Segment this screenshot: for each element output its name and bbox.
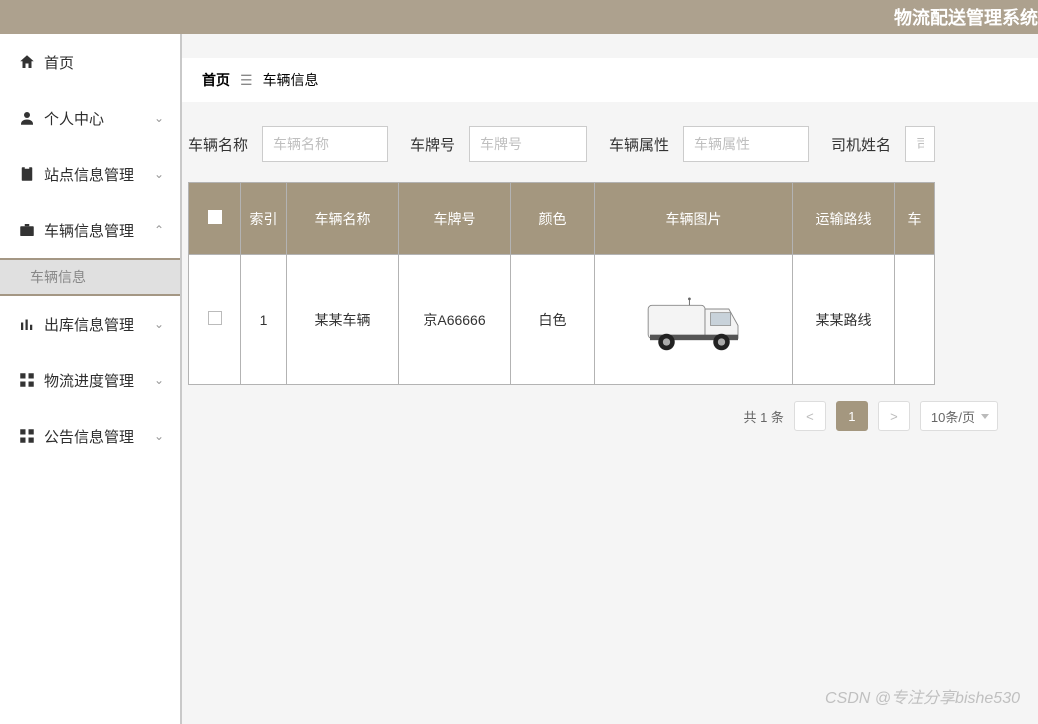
sidebar-label: 首页 (44, 52, 74, 73)
search-input-plate[interactable] (469, 126, 587, 162)
breadcrumb-sep-icon: ☰ (240, 72, 253, 89)
breadcrumb-current: 车辆信息 (263, 70, 319, 90)
page-size-select[interactable]: 10条/页 (920, 401, 998, 431)
sidebar-subitem-label: 车辆信息 (30, 267, 86, 287)
chevron-down-icon: ⌄ (154, 111, 164, 125)
search-label-name: 车辆名称 (188, 134, 248, 155)
sidebar: 首页 个人中心 ⌄ 站点信息管理 ⌄ 车辆信息管理 ⌃ 车辆信息 出库信息管理 … (0, 34, 182, 724)
grid-icon (18, 427, 36, 445)
cell-route: 某某路线 (793, 255, 895, 385)
page-size-label: 10条/页 (931, 407, 975, 426)
table-header-row: 索引 车辆名称 车牌号 颜色 车辆图片 运输路线 车 (189, 183, 935, 255)
cell-color: 白色 (511, 255, 595, 385)
search-label-driver: 司机姓名 (831, 134, 891, 155)
th-index: 索引 (241, 183, 287, 255)
chevron-down-icon: ⌄ (154, 317, 164, 331)
sidebar-label: 公告信息管理 (44, 426, 134, 447)
breadcrumb: 首页 ☰ 车辆信息 (182, 58, 1038, 102)
sidebar-label: 个人中心 (44, 108, 104, 129)
sidebar-label: 出库信息管理 (44, 314, 134, 335)
chevron-down-icon: ⌄ (154, 167, 164, 181)
select-all-checkbox[interactable] (208, 210, 222, 224)
sidebar-label: 车辆信息管理 (44, 220, 134, 241)
cell-attr (895, 255, 935, 385)
pagination: 共 1 条 < 1 > 10条/页 (182, 385, 1038, 431)
sidebar-subitem-vehicle-info[interactable]: 车辆信息 (0, 258, 180, 296)
search-label-attr: 车辆属性 (609, 134, 669, 155)
bars-icon (18, 315, 36, 333)
sidebar-item-outbound[interactable]: 出库信息管理 ⌄ (0, 296, 180, 352)
breadcrumb-root[interactable]: 首页 (202, 70, 230, 90)
search-row: 车辆名称 车牌号 车辆属性 司机姓名 (182, 102, 1038, 182)
th-attr: 车 (895, 183, 935, 255)
sidebar-item-station[interactable]: 站点信息管理 ⌄ (0, 146, 180, 202)
table-wrap: 索引 车辆名称 车牌号 颜色 车辆图片 运输路线 车 1 某某车辆 京A666 (182, 182, 1038, 385)
table-row: 1 某某车辆 京A66666 白色 (189, 255, 935, 385)
sidebar-label: 站点信息管理 (44, 164, 134, 185)
th-name: 车辆名称 (287, 183, 399, 255)
sidebar-item-progress[interactable]: 物流进度管理 ⌄ (0, 352, 180, 408)
cell-plate: 京A66666 (399, 255, 511, 385)
pagination-next-button[interactable]: > (878, 401, 910, 431)
cell-image (595, 255, 793, 385)
search-input-driver[interactable] (905, 126, 935, 162)
pagination-page-1[interactable]: 1 (836, 401, 868, 431)
home-icon (18, 53, 36, 71)
pagination-total: 共 1 条 (743, 407, 783, 426)
vehicle-image (639, 280, 749, 360)
sidebar-item-notice[interactable]: 公告信息管理 ⌄ (0, 408, 180, 464)
sidebar-item-profile[interactable]: 个人中心 ⌄ (0, 90, 180, 146)
cell-name: 某某车辆 (287, 255, 399, 385)
clipboard-icon (18, 165, 36, 183)
main-content: 首页 ☰ 车辆信息 车辆名称 车牌号 车辆属性 司机姓名 索引 车辆名称 车 (182, 34, 1038, 724)
chevron-up-icon: ⌃ (154, 223, 164, 237)
grid-icon (18, 371, 36, 389)
sidebar-label: 物流进度管理 (44, 370, 134, 391)
sidebar-item-vehicle[interactable]: 车辆信息管理 ⌃ (0, 202, 180, 258)
cell-index: 1 (241, 255, 287, 385)
user-icon (18, 109, 36, 127)
row-checkbox[interactable] (208, 311, 222, 325)
search-input-name[interactable] (262, 126, 388, 162)
th-color: 颜色 (511, 183, 595, 255)
th-image: 车辆图片 (595, 183, 793, 255)
th-route: 运输路线 (793, 183, 895, 255)
sidebar-item-home[interactable]: 首页 (0, 34, 180, 90)
topbar: 物流配送管理系统 (0, 0, 1038, 34)
th-plate: 车牌号 (399, 183, 511, 255)
search-input-attr[interactable] (683, 126, 809, 162)
chevron-down-icon: ⌄ (154, 429, 164, 443)
briefcase-icon (18, 221, 36, 239)
app-title: 物流配送管理系统 (894, 4, 1038, 30)
pagination-prev-button[interactable]: < (794, 401, 826, 431)
vehicle-table: 索引 车辆名称 车牌号 颜色 车辆图片 运输路线 车 1 某某车辆 京A666 (188, 182, 935, 385)
chevron-down-icon: ⌄ (154, 373, 164, 387)
search-label-plate: 车牌号 (410, 134, 455, 155)
